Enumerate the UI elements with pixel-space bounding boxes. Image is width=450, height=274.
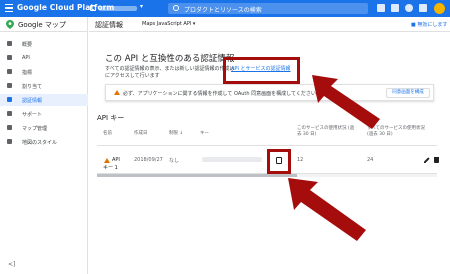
menu-icon[interactable] (5, 4, 13, 12)
page-title: 認証情報 (95, 21, 123, 29)
sidebar-item-quotas[interactable]: 割り当て (0, 80, 88, 92)
support-icon (7, 111, 12, 116)
column-created[interactable]: 作成日 (134, 130, 148, 136)
metrics-icon (7, 69, 12, 74)
map-management-icon (7, 125, 12, 130)
project-selector[interactable]: ▾ (90, 3, 150, 14)
overview-icon (7, 41, 12, 46)
sidebar-item-overview[interactable]: 概要 (0, 38, 88, 50)
chevron-down-icon: ▾ (140, 3, 144, 10)
sidebar-item-metrics[interactable]: 指標 (0, 66, 88, 78)
help-icon[interactable] (405, 4, 413, 12)
top-bar: Google Cloud Platform ▾ プロダクトとリソースの検索 (0, 0, 450, 17)
api-icon (7, 55, 12, 60)
avatar[interactable] (434, 3, 445, 14)
maps-pin-icon (6, 20, 14, 29)
column-restriction[interactable]: 制限 ↓ (169, 130, 183, 136)
sidebar-item-label: 概要 (22, 42, 33, 48)
key-created: 2018/09/27 (134, 157, 163, 163)
sidebar-item-map-styles[interactable]: 地図のスタイル (0, 136, 88, 148)
search-input[interactable]: プロダクトとリソースの検索 (168, 3, 368, 14)
section-heading: この API と互換性のある認証情報 (105, 54, 235, 64)
copy-icon[interactable] (276, 157, 282, 164)
delete-icon[interactable] (434, 157, 439, 163)
sidebar-item-map-management[interactable]: マップ管理 (0, 122, 88, 134)
api-keys-title: API キー (97, 114, 125, 122)
table-header: 名前 作成日 制限 ↓ キー このサービスの使用状況 (過去 30 日) すべて… (97, 124, 437, 146)
project-icon (90, 5, 96, 11)
warning-text: 必ず、アプリケーションに関する情報を作成して OAuth 同意画面を構成してくだ… (123, 91, 321, 97)
edit-icon[interactable] (424, 157, 430, 163)
page-header: 認証情報 Maps JavaScript API ▾ ■ 無効にします (89, 17, 450, 32)
annotation-arrow-bottom (288, 178, 366, 241)
sidebar-item-label: 地図のスタイル (22, 140, 58, 146)
api-key-redacted (202, 157, 262, 162)
project-name-redacted (99, 6, 137, 11)
key-name-line2[interactable]: キー 1 (103, 164, 118, 171)
column-key[interactable]: キー (200, 130, 209, 136)
sidebar-header: Google マップ (0, 17, 88, 32)
section-description-line2: にアクセスして行います (105, 73, 160, 79)
sidebar-item-credentials[interactable]: 認証情報 (0, 94, 88, 106)
horizontal-scrollbar[interactable] (97, 174, 437, 177)
gcp-console: { "topbar": { "brand": "Google Cloud Pla… (0, 0, 450, 274)
sidebar: Google マップ 概要 API 指標 割り当て 認証情報 サポート マップ管… (0, 17, 88, 274)
configure-consent-button[interactable]: 同意画面を構成 (386, 88, 430, 98)
sidebar-item-label: 割り当て (22, 84, 43, 90)
sidebar-title: Google マップ (18, 21, 66, 29)
sidebar-item-label: 認証情報 (22, 98, 43, 104)
sidebar-item-label: マップ管理 (22, 126, 48, 132)
oauth-warning-banner: 必ず、アプリケーションに関する情報を作成して OAuth 同意画面を構成してくだ… (105, 84, 434, 101)
collapse-sidebar-icon[interactable]: <] (8, 261, 15, 268)
sidebar-item-label: API (22, 55, 30, 61)
api-selector[interactable]: Maps JavaScript API ▾ (142, 21, 195, 27)
gift-icon[interactable] (377, 4, 385, 12)
section-description-line1: すべての認証情報の表示、または新しい認証情報の作成は (105, 66, 235, 72)
notifications-icon[interactable] (419, 4, 427, 12)
search-placeholder: プロダクトとリソースの検索 (184, 6, 262, 14)
key-restriction: なし (169, 158, 180, 164)
sidebar-item-label: サポート (22, 112, 43, 118)
warning-icon (114, 90, 120, 95)
key-name-line1[interactable]: API (112, 157, 120, 163)
disable-api-link[interactable]: ■ 無効にします (411, 21, 447, 28)
all-usage-value: 24 (367, 157, 374, 163)
warning-icon (104, 158, 110, 163)
search-icon (173, 5, 179, 11)
key-icon (7, 97, 12, 102)
column-name[interactable]: 名前 (103, 130, 112, 136)
cloud-shell-icon[interactable] (391, 4, 399, 12)
sidebar-item-support[interactable]: サポート (0, 108, 88, 120)
sidebar-item-label: 指標 (22, 70, 33, 76)
service-usage-value: 12 (297, 157, 304, 163)
annotation-arrow-top (312, 75, 380, 129)
map-styles-icon (7, 139, 12, 144)
sidebar-item-api[interactable]: API (0, 52, 88, 64)
credentials-page-link[interactable]: API とサービスの認証情報 (231, 65, 291, 72)
quotas-icon (7, 83, 12, 88)
